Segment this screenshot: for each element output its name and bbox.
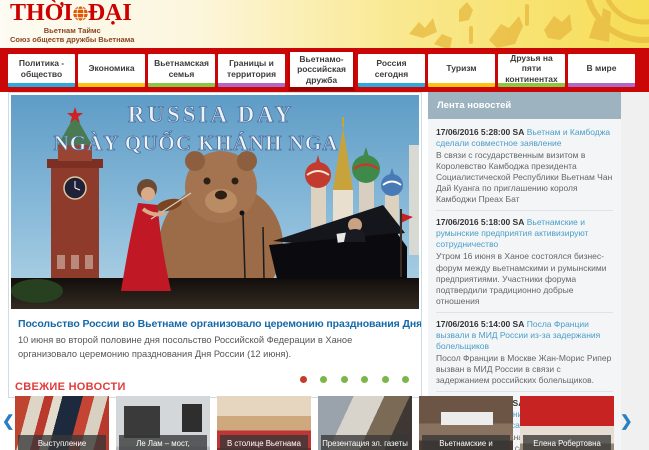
nav-item-label: Россия сегодня (361, 58, 422, 78)
thumb-caption: Выступление председателя (18, 435, 106, 450)
logo-subtitle-2: Союз обществ дружбы Вьетнама (10, 35, 134, 44)
news-item-text: В связи с государственным визитом в Коро… (436, 150, 613, 205)
nav-item-label: Экономика (88, 63, 134, 73)
nav-item-vietnamese-family[interactable]: Вьетнамская семья (148, 54, 215, 87)
news-feed-item: 17/06/2016 5:28:00 SA Вьетнам и Камбоджа… (436, 121, 613, 210)
fresh-news-thumb[interactable]: В столице Вьетнама (217, 396, 311, 450)
nav-item-label: Политика - общество (11, 58, 72, 78)
thumb-caption: Ле Лам – мост, (119, 435, 207, 450)
page-right-margin (621, 92, 649, 450)
thumb-caption: Презентация эл. газеты (321, 435, 409, 450)
news-feed-title: Лента новостей (428, 92, 621, 119)
news-item-text: Утром 16 июня в Ханое состоялся бизнес-ф… (436, 251, 613, 306)
nav-item-label: Друзья на пяти континентах (501, 53, 562, 84)
nav-item-tourism[interactable]: Туризм (428, 54, 495, 87)
nav-item-label: Туризм (446, 63, 476, 73)
nav-item-russia-today[interactable]: Россия сегодня (358, 54, 425, 87)
nav-item-label: Вьетнамская семья (151, 58, 212, 78)
logo-text-right: ĐẠI (88, 1, 132, 25)
banner-line1: RUSSIA DAY (128, 102, 295, 127)
russia-day-banner-illustration: RUSSIA DAY NGÀY QUỐC KHÁNH NGA (11, 95, 419, 309)
nav-item-label: Границы и территория (221, 58, 282, 78)
fresh-news-thumb[interactable]: Вьетнамские и румынские (419, 396, 513, 450)
carousel-prev-icon[interactable]: ❮ (2, 414, 15, 429)
site-header: THỜI ĐẠI Вьетнам Таймс Союз обществ дружб… (0, 0, 649, 48)
hero-article-title[interactable]: Посольство России во Вьетнаме организова… (9, 311, 421, 333)
nav-item-world[interactable]: В мире (568, 54, 635, 87)
news-item-text: Посол Франции в Москве Жан-Морис Рипер в… (436, 353, 613, 386)
hero-carousel: RUSSIA DAY NGÀY QUỐC KHÁNH NGA (8, 92, 422, 398)
logo-text-left: THỜI (10, 1, 73, 25)
banner-line2: NGÀY QUỐC KHÁNH NGA (54, 131, 339, 155)
news-feed-item: 17/06/2016 5:14:00 SA Посла Франции вызв… (436, 312, 613, 391)
main-nav: Политика - общество Экономика Вьетнамска… (0, 48, 649, 92)
carousel-next-icon[interactable]: ❯ (620, 414, 633, 429)
carousel-dot[interactable] (382, 376, 389, 383)
nav-item-borders-territory[interactable]: Границы и территория (218, 54, 285, 87)
logo-wordmark: THỜI ĐẠI (10, 1, 134, 25)
nav-item-label: Вьетнамо-российская дружба (293, 54, 350, 85)
news-item-timestamp: 17/06/2016 5:18:00 SA (436, 217, 524, 227)
nav-item-economy[interactable]: Экономика (78, 54, 145, 87)
fresh-news-thumb[interactable]: Елена Робертовна (520, 396, 614, 450)
carousel-dot[interactable] (361, 376, 368, 383)
news-feed-item: 17/06/2016 5:18:00 SA Вьетнамские и румы… (436, 210, 613, 311)
carousel-dot[interactable] (341, 376, 348, 383)
fresh-news-title: СВЕЖИЕ НОВОСТИ (15, 381, 126, 393)
news-item-timestamp: 17/06/2016 5:28:00 SA (436, 127, 524, 137)
carousel-dot[interactable] (300, 376, 307, 383)
header-drum-pattern (289, 0, 649, 48)
thumb-caption: В столице Вьетнама (220, 435, 308, 450)
carousel-dot[interactable] (402, 376, 409, 383)
nav-item-friends-five-continents[interactable]: Друзья на пяти континентах (498, 54, 565, 87)
news-item-timestamp: 17/06/2016 5:14:00 SA (436, 319, 524, 329)
hero-article-excerpt: 10 июня во второй половине дня посольств… (9, 333, 421, 362)
nav-item-label: В мире (587, 63, 617, 73)
site-logo[interactable]: THỜI ĐẠI Вьетнам Таймс Союз обществ дружб… (10, 1, 134, 44)
thumb-caption: Вьетнамские и румынские (422, 435, 510, 450)
logo-subtitle-1: Вьетнам Таймс (10, 26, 134, 35)
thumb-caption: Елена Робертовна (523, 435, 611, 450)
fresh-news-thumb[interactable]: Презентация эл. газеты (318, 396, 412, 450)
fresh-news-carousel: Выступление председателя Ле Лам – мост, … (15, 396, 621, 450)
carousel-dot[interactable] (320, 376, 327, 383)
fresh-news-thumb[interactable]: Ле Лам – мост, (116, 396, 210, 450)
nav-item-politics-society[interactable]: Политика - общество (8, 54, 75, 87)
nav-item-vietnam-russia-friendship[interactable]: Вьетнамо-российская дружба (288, 50, 355, 91)
hero-image[interactable]: RUSSIA DAY NGÀY QUỐC KHÁNH NGA (11, 95, 419, 309)
fresh-news-thumb[interactable]: Выступление председателя (15, 396, 109, 450)
globe-icon (72, 5, 89, 22)
